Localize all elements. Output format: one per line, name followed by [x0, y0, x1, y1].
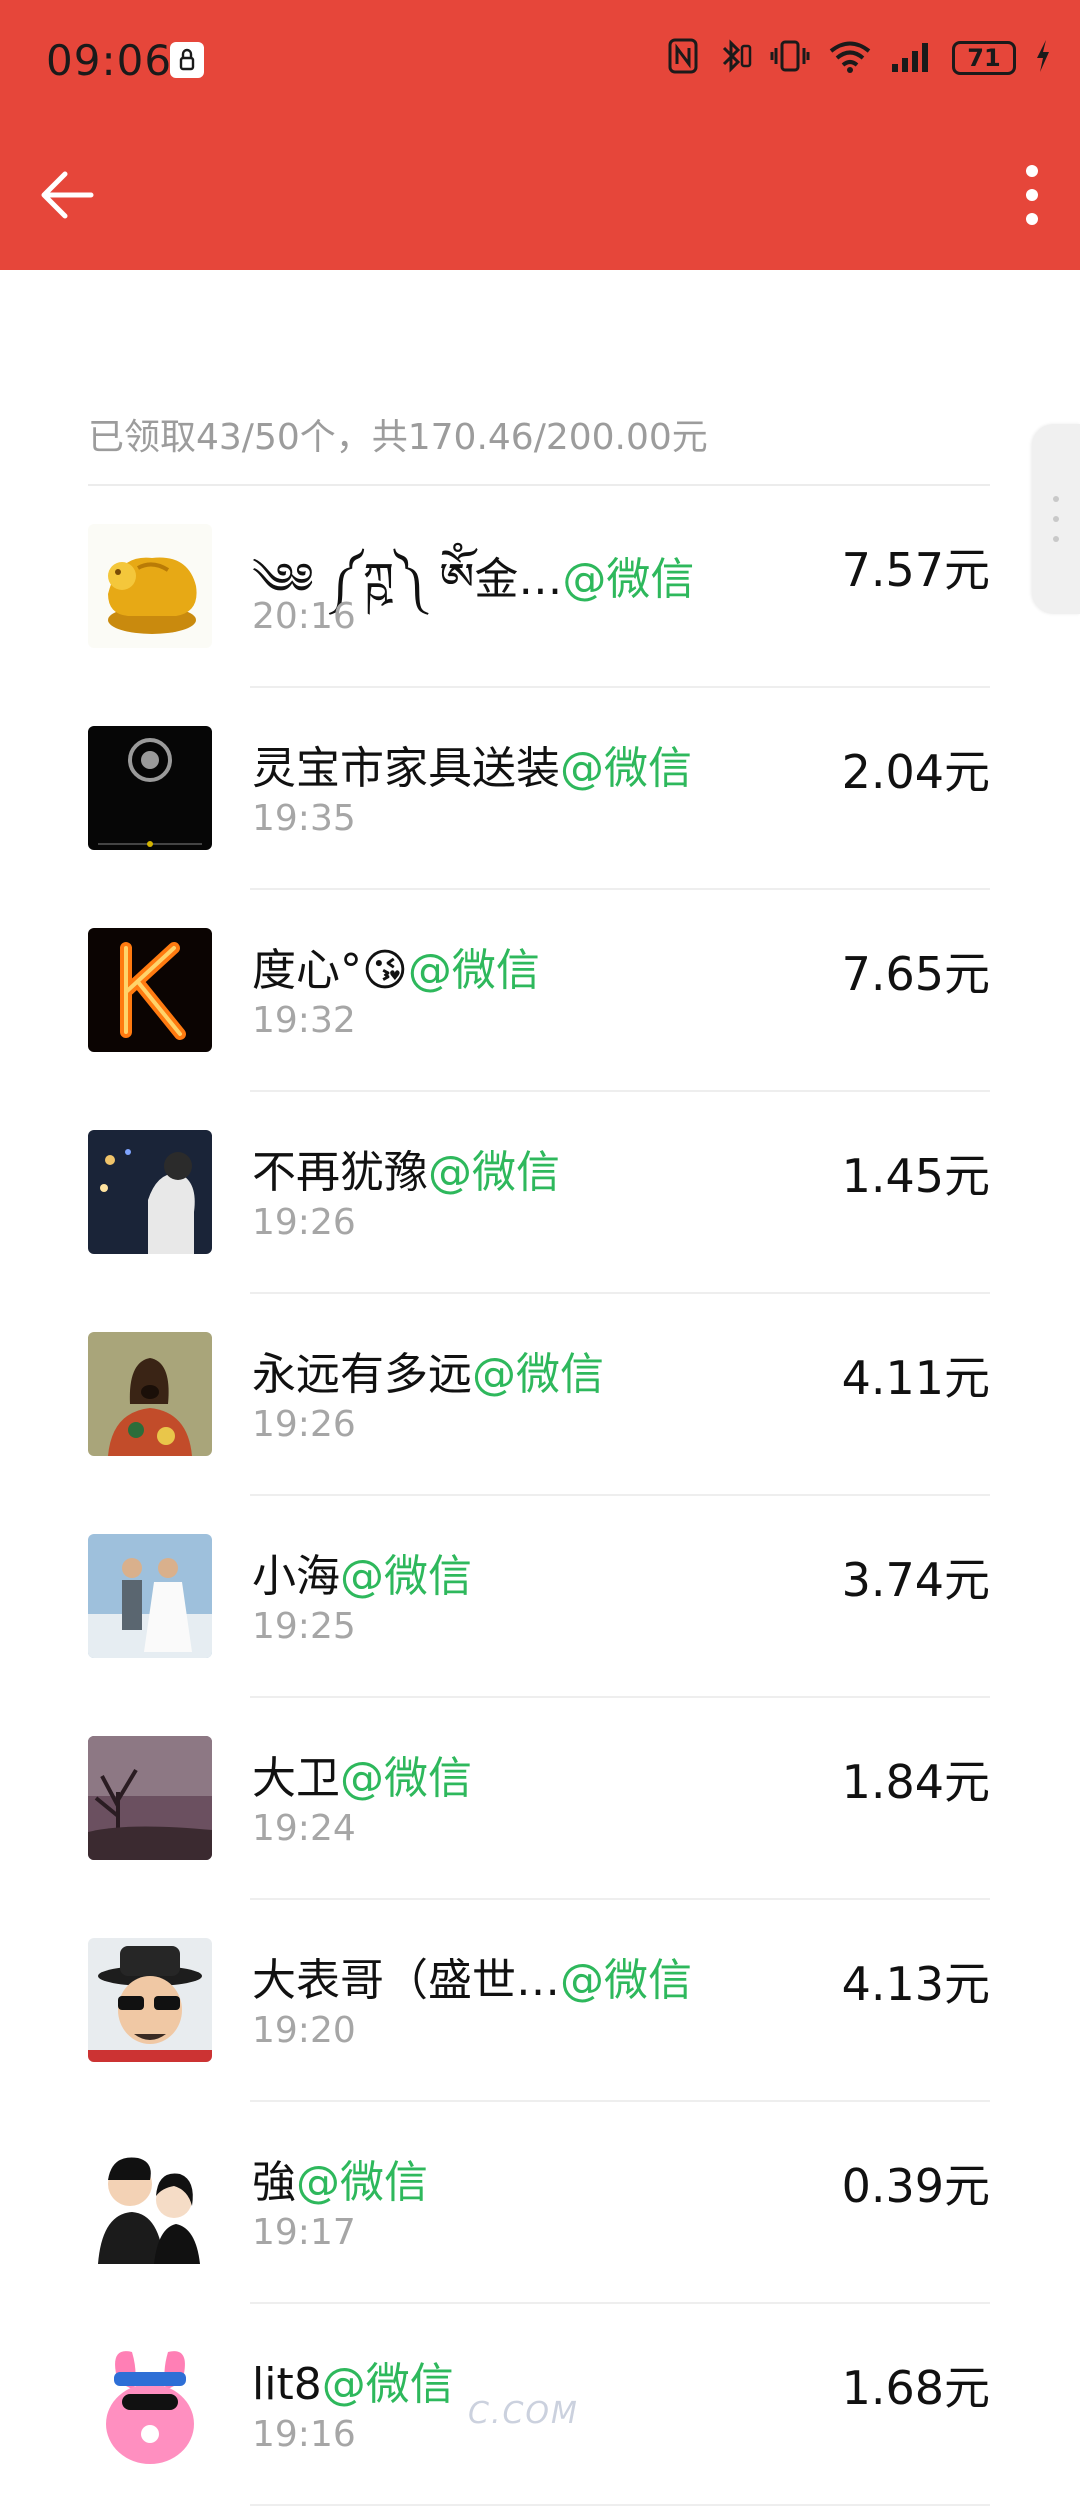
status-icons: 71 [668, 32, 1052, 84]
claim-time: 19:26 [252, 1404, 356, 1445]
avatar[interactable] [88, 2342, 212, 2466]
top-app-bar: 09:06 71 [0, 0, 1080, 270]
status-time: 09:06 [46, 36, 173, 85]
claim-time: 19:35 [252, 798, 356, 839]
claim-amount: 2.04元 [841, 745, 990, 799]
claimer-name: 大卫@微信 [252, 1742, 472, 1806]
wechat-tag: @微信 [296, 2157, 428, 2208]
claim-amount: 1.68元 [841, 2361, 990, 2415]
claim-time: 19:25 [252, 1606, 356, 1647]
claimer-name: 小海@微信 [252, 1540, 472, 1604]
wechat-tag: @微信 [428, 1147, 560, 1198]
claimer-nickname: 灵宝市家具送装 [252, 743, 560, 794]
wechat-tag: @微信 [340, 1753, 472, 1804]
claimer-nickname: 大表哥（盛世… [252, 1955, 560, 2006]
claim-time: 19:16 [252, 2414, 356, 2455]
wifi-icon [828, 38, 872, 78]
claimer-nickname: 小海 [252, 1551, 340, 1602]
claim-time: 20:16 [252, 596, 356, 637]
claim-row[interactable]: 不再犹豫@微信 19:26 1.45元 [0, 1092, 1080, 1294]
claimer-nickname: lit8 [252, 2359, 322, 2410]
wechat-tag: @微信 [560, 1955, 692, 2006]
avatar[interactable] [88, 1534, 212, 1658]
claimer-name: 永远有多远@微信 [252, 1338, 604, 1402]
claim-amount: 1.84元 [841, 1755, 990, 1809]
avatar[interactable] [88, 1938, 212, 2062]
back-button[interactable] [32, 160, 102, 230]
claim-row[interactable]: 度心°😘@微信 19:32 7.65元 [0, 890, 1080, 1092]
claim-list: ༄༅ ༼ཀྵ༽ ཨོཾ金…@微信 20:16 7.57元 灵宝市家具送装@微信 19:3… [0, 486, 1080, 2506]
more-vertical-icon [1026, 165, 1038, 225]
claimer-name: 大表哥（盛世…@微信 [252, 1944, 692, 2008]
claimer-name: 度心°😘@微信 [252, 934, 540, 998]
claim-row[interactable]: ༄༅ ༼ཀྵ༽ ཨོཾ金…@微信 20:16 7.57元 [0, 486, 1080, 688]
claim-amount: 4.11元 [841, 1351, 990, 1405]
wechat-tag: @微信 [560, 743, 692, 794]
claimer-nickname: 度心°😘 [252, 945, 408, 996]
lock-badge-icon [170, 42, 204, 78]
arrow-left-icon [41, 171, 94, 219]
wechat-tag: @微信 [340, 1551, 472, 1602]
avatar[interactable] [88, 726, 212, 850]
claimer-nickname: 不再犹豫 [252, 1147, 428, 1198]
more-options-button[interactable] [1002, 160, 1062, 230]
vibrate-icon [770, 38, 810, 78]
claim-row[interactable]: 大卫@微信 19:24 1.84元 [0, 1698, 1080, 1900]
claimer-name: 灵宝市家具送装@微信 [252, 732, 692, 796]
wechat-tag: @微信 [472, 1349, 604, 1400]
signal-icon [890, 38, 934, 78]
claimer-name: 強@微信 [252, 2146, 428, 2210]
claim-time: 19:20 [252, 2010, 356, 2051]
wechat-tag: @微信 [407, 945, 540, 996]
claim-time: 19:24 [252, 1808, 356, 1849]
charging-icon [1034, 38, 1052, 78]
claim-amount: 7.65元 [841, 947, 990, 1001]
claimer-name: lit8@微信 [252, 2348, 454, 2412]
wechat-tag: @微信 [562, 554, 695, 605]
battery-level: 71 [967, 44, 1001, 72]
claim-summary: 已领取43/50个，共170.46/200.00元 [88, 417, 708, 458]
avatar[interactable] [88, 1130, 212, 1254]
avatar[interactable] [88, 928, 212, 1052]
claim-amount: 0.39元 [841, 2159, 990, 2213]
nfc-icon [668, 38, 698, 78]
battery-icon: 71 [952, 41, 1016, 75]
wechat-tag: @微信 [321, 2359, 454, 2410]
avatar[interactable] [88, 2140, 212, 2264]
claimer-name: 不再犹豫@微信 [252, 1136, 560, 1200]
claim-row[interactable]: 小海@微信 19:25 3.74元 [0, 1496, 1080, 1698]
claim-row[interactable]: 永远有多远@微信 19:26 4.11元 [0, 1294, 1080, 1496]
watermark: C.COM [468, 2396, 579, 2431]
claim-row[interactable]: 強@微信 19:17 0.39元 [0, 2102, 1080, 2304]
claim-amount: 4.13元 [841, 1957, 990, 2011]
claimer-nickname: 永远有多远 [252, 1349, 472, 1400]
claim-amount: 1.45元 [841, 1149, 990, 1203]
claim-time: 19:26 [252, 1202, 356, 1243]
bluetooth-icon [716, 38, 752, 78]
claim-row[interactable]: 大表哥（盛世…@微信 19:20 4.13元 [0, 1900, 1080, 2102]
avatar[interactable] [88, 1332, 212, 1456]
claim-time: 19:17 [252, 2212, 356, 2253]
claim-amount: 7.57元 [841, 543, 990, 597]
claimer-nickname: 強 [252, 2157, 296, 2208]
avatar[interactable] [88, 1736, 212, 1860]
claim-time: 19:32 [252, 1000, 356, 1041]
avatar[interactable] [88, 524, 212, 648]
claim-row[interactable]: 灵宝市家具送装@微信 19:35 2.04元 [0, 688, 1080, 890]
claim-amount: 3.74元 [841, 1553, 990, 1607]
claimer-nickname: 大卫 [252, 1753, 340, 1804]
